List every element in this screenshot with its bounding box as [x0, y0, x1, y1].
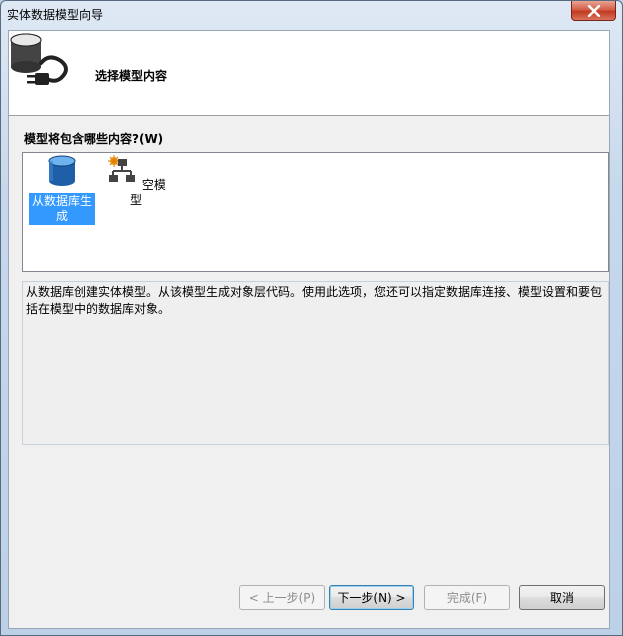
window-title: 实体数据模型向导 — [7, 8, 104, 22]
wizard-client-area: 选择模型内容 模型将包含哪些内容?(W) 从数据库生成 空模型 从数据库创建实体… — [8, 30, 610, 629]
model-content-question: 模型将包含哪些内容?(W) — [24, 132, 164, 146]
close-button[interactable] — [571, 1, 616, 21]
list-item-label: 从数据库生成 — [29, 193, 95, 225]
wizard-window: 实体数据模型向导 选择模型内容 模型将包含哪些内容?(W) 从数据库生成 空模型… — [0, 0, 623, 636]
empty-model-icon — [108, 155, 136, 182]
list-item-empty-model[interactable]: 空模型 — [103, 155, 169, 208]
model-content-list[interactable]: 从数据库生成 空模型 — [22, 152, 609, 272]
close-icon — [587, 4, 600, 17]
cancel-button[interactable]: 取消 — [519, 585, 605, 610]
page-title: 选择模型内容 — [95, 69, 168, 83]
finish-button[interactable]: 完成(F) — [424, 585, 510, 610]
next-button[interactable]: 下一步(N) > — [329, 585, 414, 610]
database-plug-icon — [10, 33, 68, 85]
database-icon — [48, 155, 76, 186]
title-bar[interactable]: 实体数据模型向导 — [1, 1, 622, 29]
list-item-generate-from-database[interactable]: 从数据库生成 — [29, 155, 95, 225]
back-button[interactable]: < 上一步(P) — [239, 585, 325, 610]
description-text: 从数据库创建实体模型。从该模型生成对象层代码。使用此选项，您还可以指定数据库连接… — [22, 281, 609, 445]
wizard-header: 选择模型内容 — [9, 31, 609, 116]
